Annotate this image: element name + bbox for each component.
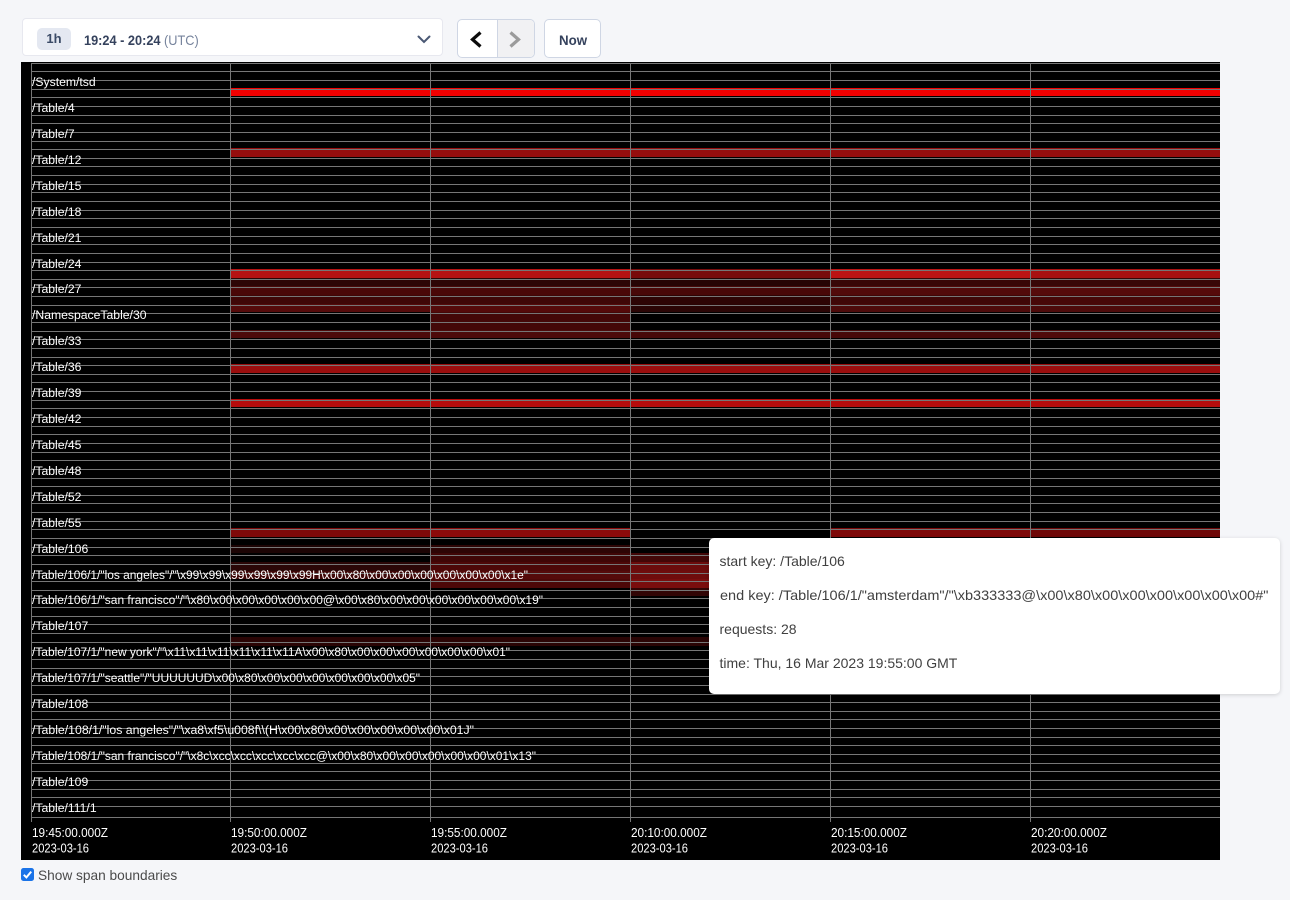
svg-text:/Table/109: /Table/109 — [32, 775, 88, 789]
svg-text:/Table/106/1/"san francisco"/": /Table/106/1/"san francisco"/"\x80\x00\x… — [32, 593, 543, 607]
svg-text:/Table/48: /Table/48 — [32, 464, 82, 478]
svg-text:19:55:00.000Z: 19:55:00.000Z — [431, 825, 507, 840]
svg-text:2023-03-16: 2023-03-16 — [231, 840, 288, 855]
svg-text:/Table/7: /Table/7 — [32, 127, 75, 141]
svg-text:/Table/55: /Table/55 — [32, 516, 82, 530]
svg-text:/Table/108/1/"los angeles"/"\x: /Table/108/1/"los angeles"/"\xa8\xf5\u00… — [32, 723, 474, 737]
svg-text:20:10:00.000Z: 20:10:00.000Z — [631, 825, 707, 840]
svg-text:/Table/107: /Table/107 — [32, 619, 88, 633]
svg-text:/Table/42: /Table/42 — [32, 412, 82, 426]
svg-text:/Table/33: /Table/33 — [32, 334, 82, 348]
svg-text:/Table/21: /Table/21 — [32, 231, 82, 245]
svg-text:/Table/107/1/"seattle"/"UUUUUU: /Table/107/1/"seattle"/"UUUUUUD\x00\x80\… — [32, 671, 420, 685]
svg-text:/Table/108/1/"san francisco"/": /Table/108/1/"san francisco"/"\x8c\xcc\x… — [32, 749, 536, 763]
svg-text:2023-03-16: 2023-03-16 — [32, 840, 89, 855]
svg-text:20:20:00.000Z: 20:20:00.000Z — [1031, 825, 1107, 840]
svg-text:/Table/45: /Table/45 — [32, 438, 82, 452]
svg-text:/Table/12: /Table/12 — [32, 153, 82, 167]
svg-text:/Table/111/1: /Table/111/1 — [32, 801, 97, 815]
svg-text:/Table/18: /Table/18 — [32, 205, 82, 219]
svg-text:/Table/107/1/"new york"/"\x11\: /Table/107/1/"new york"/"\x11\x11\x11\x1… — [32, 645, 510, 659]
svg-text:/Table/36: /Table/36 — [32, 360, 82, 374]
svg-text:/Table/106/1/"los angeles"/"\x: /Table/106/1/"los angeles"/"\x99\x99\x99… — [32, 568, 528, 582]
svg-text:/Table/106: /Table/106 — [32, 542, 88, 556]
svg-text:/NamespaceTable/30: /NamespaceTable/30 — [32, 308, 147, 322]
svg-text:2023-03-16: 2023-03-16 — [1031, 840, 1088, 855]
svg-text:/Table/27: /Table/27 — [32, 282, 82, 296]
svg-text:/Table/52: /Table/52 — [32, 490, 82, 504]
svg-text:/Table/4: /Table/4 — [32, 101, 75, 115]
svg-text:2023-03-16: 2023-03-16 — [631, 840, 688, 855]
svg-text:20:15:00.000Z: 20:15:00.000Z — [831, 825, 907, 840]
svg-text:/System/tsd: /System/tsd — [32, 75, 96, 89]
svg-text:19:45:00.000Z: 19:45:00.000Z — [32, 825, 108, 840]
svg-text:2023-03-16: 2023-03-16 — [431, 840, 488, 855]
svg-text:2023-03-16: 2023-03-16 — [831, 840, 888, 855]
svg-text:/Table/24: /Table/24 — [32, 257, 82, 271]
svg-text:/Table/39: /Table/39 — [32, 386, 82, 400]
svg-text:19:50:00.000Z: 19:50:00.000Z — [231, 825, 307, 840]
svg-text:/Table/108: /Table/108 — [32, 697, 88, 711]
svg-text:/Table/15: /Table/15 — [32, 179, 82, 193]
